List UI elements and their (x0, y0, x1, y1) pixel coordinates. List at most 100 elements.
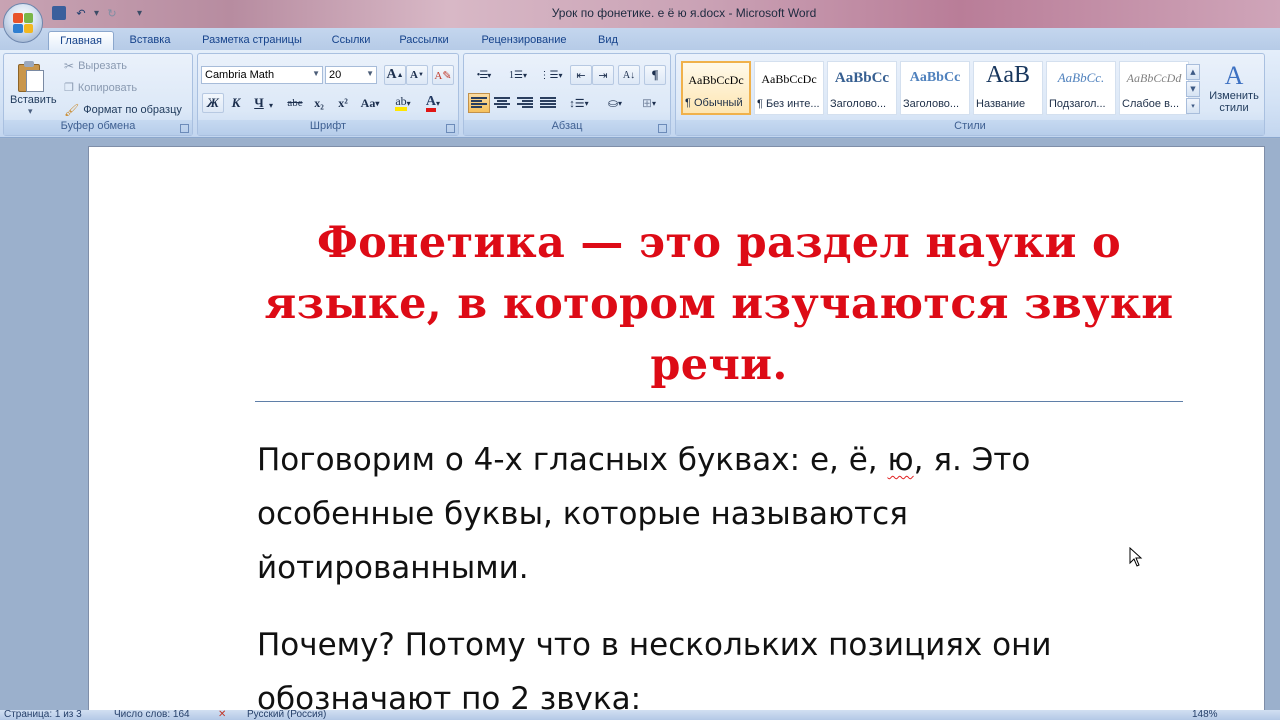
spelling-error[interactable]: ю (888, 442, 914, 478)
window-title: Урок по фонетике. е ё ю я.docx - Microso… (551, 6, 817, 20)
tab-mailings[interactable]: Рассылки (388, 31, 460, 50)
tab-references[interactable]: Ссылки (322, 31, 380, 50)
scroll-down-icon[interactable]: ▼ (1186, 81, 1200, 97)
more-styles-icon[interactable]: ▾ (1186, 98, 1200, 114)
justify-button[interactable] (537, 93, 559, 113)
proofing-icon[interactable]: ✕ (218, 710, 226, 720)
style-name: Название (976, 98, 1026, 110)
tab-page-layout[interactable]: Разметка страницы (190, 31, 314, 50)
bullets-icon: •☰ (476, 69, 489, 81)
highlight-button[interactable]: ab ▾ (390, 93, 416, 113)
shading-button[interactable]: ⛀ ▾ (600, 93, 630, 113)
line-spacing-button[interactable]: ↕☰ ▾ (564, 93, 594, 113)
chevron-down-icon: ▼ (312, 69, 320, 78)
style-sample: AaBbCc. (1057, 70, 1105, 85)
font-launcher-icon[interactable] (446, 124, 455, 133)
undo-icon[interactable]: ↶ (72, 4, 90, 22)
style-subtitle[interactable]: AaBbCc. Подзагол... (1046, 61, 1116, 115)
multilevel-list-button[interactable]: ⋮☰ ▾ (536, 65, 566, 85)
style-name: Заголово... (903, 98, 960, 110)
numbering-button[interactable]: 1☰ ▾ (502, 65, 534, 85)
page-count[interactable]: Страница: 1 из 3 (4, 710, 82, 720)
document-heading[interactable]: Фонетика — это раздел науки о языке, в к… (259, 213, 1179, 396)
save-icon[interactable] (50, 4, 68, 22)
paragraph-2[interactable]: Почему? Потому что в нескольких позициях… (257, 618, 1167, 719)
clipboard-launcher-icon[interactable] (180, 124, 189, 133)
tab-insert[interactable]: Вставка (120, 31, 180, 50)
subscript-button[interactable]: x₂ (308, 93, 330, 113)
font-color-icon: A (425, 94, 437, 112)
undo-dropdown-icon[interactable]: ▾ (94, 8, 99, 19)
title-bar: Урок по фонетике. е ё ю я.docx - Microso… (0, 0, 1280, 28)
clipboard-group: Вставить ▾ ✂ Вырезать ❐ Копировать 🖌 Фор… (3, 53, 193, 136)
sort-icon: A↓ (622, 69, 636, 81)
word-count[interactable]: Число слов: 164 (114, 710, 190, 720)
font-size-select[interactable]: 20 ▼ (325, 66, 377, 84)
office-button[interactable] (3, 3, 43, 43)
grow-font-button[interactable]: A ▲ (384, 65, 406, 85)
paste-icon[interactable] (16, 60, 46, 94)
paragraph-group: •☰ ▾ 1☰ ▾ ⋮☰ ▾ ⇤ ⇥ A↓ ¶ ↕☰ ▾ ⛀ ▾ ⊞ ▾ Абз… (463, 53, 671, 136)
paragraph-launcher-icon[interactable] (658, 124, 667, 133)
style-no-spacing[interactable]: AaBbCcDc ¶ Без инте... (754, 61, 824, 115)
paint-bucket-icon: ⛀ (607, 95, 619, 110)
align-right-button[interactable] (514, 93, 536, 113)
scroll-up-icon[interactable]: ▲ (1186, 64, 1200, 80)
borders-icon: ⊞ (641, 95, 653, 110)
style-heading-1[interactable]: AaBbCc Заголово... (827, 61, 897, 115)
style-sample: AaBbCc (834, 70, 890, 86)
tab-home[interactable]: Главная (48, 31, 114, 50)
copy-button[interactable]: ❐ Копировать (64, 81, 137, 95)
style-heading-2[interactable]: AaBbCc Заголово... (900, 61, 970, 115)
redo-icon[interactable]: ↻ (103, 4, 121, 22)
shrink-font-button[interactable]: A ▼ (406, 65, 428, 85)
align-left-button[interactable] (468, 93, 490, 113)
font-color-button[interactable]: A ▾ (420, 93, 446, 113)
grow-font-label: A (386, 67, 397, 82)
borders-button[interactable]: ⊞ ▾ (634, 93, 664, 113)
underline-dropdown-icon[interactable]: ▾ (266, 95, 276, 115)
decrease-indent-button[interactable]: ⇤ (570, 65, 592, 85)
increase-indent-icon: ⇥ (598, 69, 608, 82)
line-spacing-icon: ↕☰ (569, 97, 585, 110)
copy-icon: ❐ (64, 82, 74, 94)
style-sample: AaBbCc (909, 70, 961, 85)
customize-qat-icon[interactable]: ▾ (137, 8, 142, 19)
zoom-level[interactable]: 148% (1192, 710, 1218, 720)
language[interactable]: Русский (Россия) (247, 710, 326, 720)
sort-button[interactable]: A↓ (618, 65, 640, 85)
format-painter-button[interactable]: 🖌 Формат по образцу (64, 103, 182, 117)
bold-button[interactable]: Ж (202, 93, 224, 113)
styles-group-label: Стили (676, 120, 1264, 135)
eraser-icon: A✎ (434, 69, 452, 82)
document-page[interactable]: Фонетика — это раздел науки о языке, в к… (88, 146, 1265, 720)
font-family-select[interactable]: Cambria Math ▼ (201, 66, 323, 84)
superscript-button[interactable]: x² (332, 93, 354, 113)
cut-button[interactable]: ✂ Вырезать (64, 59, 127, 73)
tab-review[interactable]: Рецензирование (470, 31, 578, 50)
styles-gallery-scroll[interactable]: ▲ ▼ ▾ (1186, 64, 1200, 116)
style-sample: AaBbCcDc (688, 73, 744, 87)
paragraph-1-text: Поговорим о 4-х гласных буквах: е, ё, (257, 442, 888, 478)
align-center-icon (494, 97, 510, 109)
show-marks-button[interactable]: ¶ (644, 65, 666, 85)
paste-dropdown-icon[interactable]: ▾ (28, 106, 33, 117)
heading-divider (255, 401, 1183, 402)
style-title[interactable]: AaB Название (973, 61, 1043, 115)
style-subtle-emphasis[interactable]: AaBbCcDd Слабое в... (1119, 61, 1189, 115)
increase-indent-button[interactable]: ⇥ (592, 65, 614, 85)
bullets-button[interactable]: •☰ ▾ (468, 65, 500, 85)
change-styles-label: Изменить стили (1209, 90, 1259, 114)
clear-formatting-button[interactable]: A✎ (432, 65, 454, 85)
align-right-icon (517, 97, 533, 109)
paste-button[interactable]: Вставить (10, 94, 57, 106)
tab-view[interactable]: Вид (588, 31, 628, 50)
change-case-button[interactable]: Aa ▾ (356, 93, 384, 113)
strikethrough-button[interactable]: abe (284, 93, 306, 113)
align-center-button[interactable] (491, 93, 513, 113)
paragraph-1[interactable]: Поговорим о 4-х гласных буквах: е, ё, ю,… (257, 433, 1167, 595)
italic-button[interactable]: К (225, 93, 247, 113)
numbering-icon: 1☰ (509, 69, 523, 81)
change-styles-button[interactable]: A Изменить стили (1206, 62, 1262, 115)
style-normal[interactable]: AaBbCcDc ¶ Обычный (681, 61, 751, 115)
